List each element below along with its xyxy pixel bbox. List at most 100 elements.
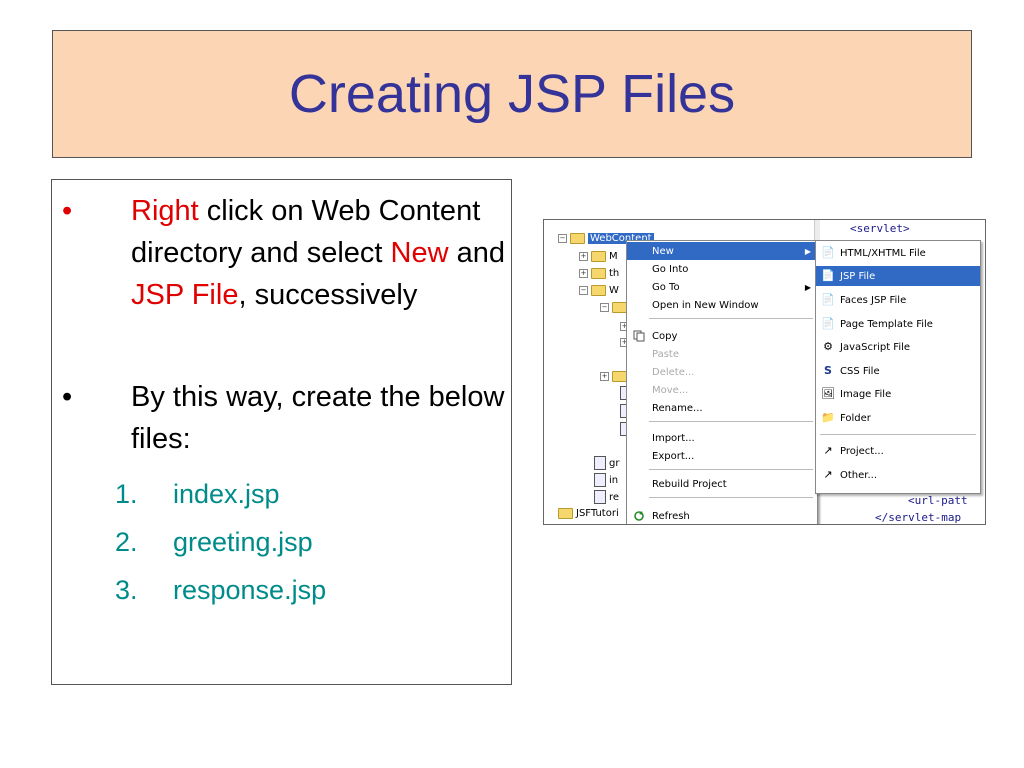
submenu-label: Folder: [840, 412, 871, 424]
menu-item-move[interactable]: Move...: [627, 381, 817, 399]
tree-label: in: [609, 474, 619, 486]
menu-item-delete[interactable]: Delete...: [627, 363, 817, 381]
menu-label: Refresh: [652, 510, 690, 522]
menu-item-go-into[interactable]: Go Into: [627, 260, 817, 278]
submenu-item-faces-jsp[interactable]: 📄 Faces JSP File: [816, 290, 980, 310]
menu-item-copy[interactable]: Copy: [627, 327, 817, 345]
file-number: 3.: [115, 575, 138, 605]
bullet-marker: •: [62, 381, 73, 413]
submenu-item-page-template[interactable]: 📄 Page Template File: [816, 314, 980, 334]
submenu-item-image[interactable]: 🖼 Image File: [816, 384, 980, 404]
menu-label: Open in New Window: [652, 299, 759, 311]
file-number: 2.: [115, 527, 138, 557]
tree-row-re[interactable]: re: [594, 490, 619, 504]
collapse-icon[interactable]: −: [600, 302, 609, 312]
submenu-item-folder[interactable]: 📁 Folder: [816, 408, 980, 428]
tree-row-th[interactable]: + th: [579, 266, 619, 280]
menu-label: Rebuild Project: [652, 478, 727, 490]
expand-icon[interactable]: +: [579, 268, 588, 278]
tree-row-m[interactable]: + M: [579, 249, 618, 263]
menu-label: Copy: [652, 330, 678, 342]
menu-label: Paste: [652, 348, 679, 360]
menu-label: Import...: [652, 432, 695, 444]
file-name: index.jsp: [173, 479, 280, 509]
submenu-item-css[interactable]: S CSS File: [816, 361, 980, 381]
tree-row-in[interactable]: in: [594, 473, 618, 487]
menu-label: Delete...: [652, 366, 695, 378]
emphasis-jsp-file: JSP File: [131, 279, 239, 311]
code-line: <url-patt: [908, 494, 968, 507]
menu-label: Go To: [652, 281, 680, 293]
menu-item-rename[interactable]: Rename...: [627, 399, 817, 417]
bullet-text-part: and: [448, 237, 505, 269]
bullet-text: Right click on Web Content directory and…: [131, 190, 511, 316]
submenu-item-jsp[interactable]: 📄 JSP File: [816, 266, 980, 286]
title-box: Creating JSP Files: [52, 30, 972, 158]
menu-separator: [649, 421, 813, 422]
file-name: response.jsp: [173, 575, 327, 605]
folder-icon: 📁: [821, 411, 835, 424]
menu-separator: [649, 469, 813, 470]
jsp-file-icon: [594, 456, 606, 470]
menu-item-new[interactable]: New ▶: [627, 242, 817, 260]
menu-item-export[interactable]: Export...: [627, 447, 817, 465]
project-wizard-icon: ↗: [823, 444, 833, 457]
project-icon: [558, 507, 573, 519]
bullet-create-files: • By this way, create the below files:: [52, 376, 512, 466]
menu-item-rebuild[interactable]: Rebuild Project: [627, 475, 817, 493]
menu-item-import[interactable]: Import...: [627, 429, 817, 447]
new-submenu: 📄 HTML/XHTML File 📄 JSP File 📄 Faces JSP…: [815, 240, 981, 494]
html-file-icon: 📄: [821, 246, 835, 259]
submenu-separator: [820, 434, 976, 435]
page-template-icon: 📄: [821, 317, 835, 330]
tree-label: re: [609, 491, 620, 503]
menu-label: Move...: [652, 384, 689, 396]
submenu-label: Faces JSP File: [840, 294, 907, 306]
submenu-label: HTML/XHTML File: [840, 247, 926, 259]
submenu-item-javascript[interactable]: ⚙ JavaScript File: [816, 337, 980, 357]
folder-icon: [612, 301, 627, 313]
submenu-item-other[interactable]: ↗ Other...: [816, 465, 980, 485]
bullet-right-click: • Right click on Web Content directory a…: [52, 190, 512, 360]
menu-item-paste[interactable]: Paste: [627, 345, 817, 363]
menu-separator: [649, 497, 813, 498]
other-wizard-icon: ↗: [823, 468, 833, 481]
image-file-icon: 🖼: [821, 387, 835, 400]
eclipse-screenshot: − WebContent + M + th − W − + + + gr in …: [543, 219, 986, 525]
menu-label: New: [652, 245, 674, 257]
jsp-file-icon: [594, 473, 606, 487]
collapse-icon[interactable]: −: [558, 233, 567, 243]
folder-icon: [570, 232, 585, 244]
bullet-marker: •: [62, 195, 73, 227]
emphasis-new: New: [390, 237, 449, 269]
file-name: greeting.jsp: [173, 527, 313, 557]
tree-label: JSFTutori: [576, 507, 619, 519]
tree-label: W: [609, 284, 619, 296]
folder-icon: [591, 284, 606, 296]
slide-title: Creating JSP Files: [288, 64, 736, 124]
submenu-label: CSS File: [840, 365, 880, 377]
bullet-text-part: , successively: [238, 279, 418, 311]
tree-row-gr[interactable]: gr: [594, 456, 619, 470]
submenu-item-project[interactable]: ↗ Project...: [816, 441, 980, 461]
menu-item-refresh[interactable]: Refresh: [627, 507, 817, 524]
tree-row-project[interactable]: JSFTutori: [558, 506, 619, 520]
submenu-label: Image File: [840, 388, 892, 400]
refresh-icon: [634, 511, 644, 521]
menu-label: Export...: [652, 450, 695, 462]
submenu-label: Other...: [840, 469, 878, 481]
menu-separator: [649, 318, 813, 319]
expand-icon[interactable]: +: [579, 251, 588, 261]
submenu-item-html[interactable]: 📄 HTML/XHTML File: [816, 243, 980, 263]
submenu-arrow-icon: ▶: [804, 282, 811, 292]
code-line: </servlet-map: [875, 511, 962, 524]
css-file-icon: S: [824, 364, 832, 377]
menu-label: Rename...: [652, 402, 703, 414]
menu-item-open-new-window[interactable]: Open in New Window: [627, 296, 817, 314]
expand-icon[interactable]: +: [600, 371, 609, 381]
submenu-label: JavaScript File: [840, 341, 911, 353]
collapse-icon[interactable]: −: [579, 285, 588, 295]
tree-label: th: [609, 267, 620, 279]
tree-row-w[interactable]: − W: [579, 283, 619, 297]
menu-item-go-to[interactable]: Go To ▶: [627, 278, 817, 296]
